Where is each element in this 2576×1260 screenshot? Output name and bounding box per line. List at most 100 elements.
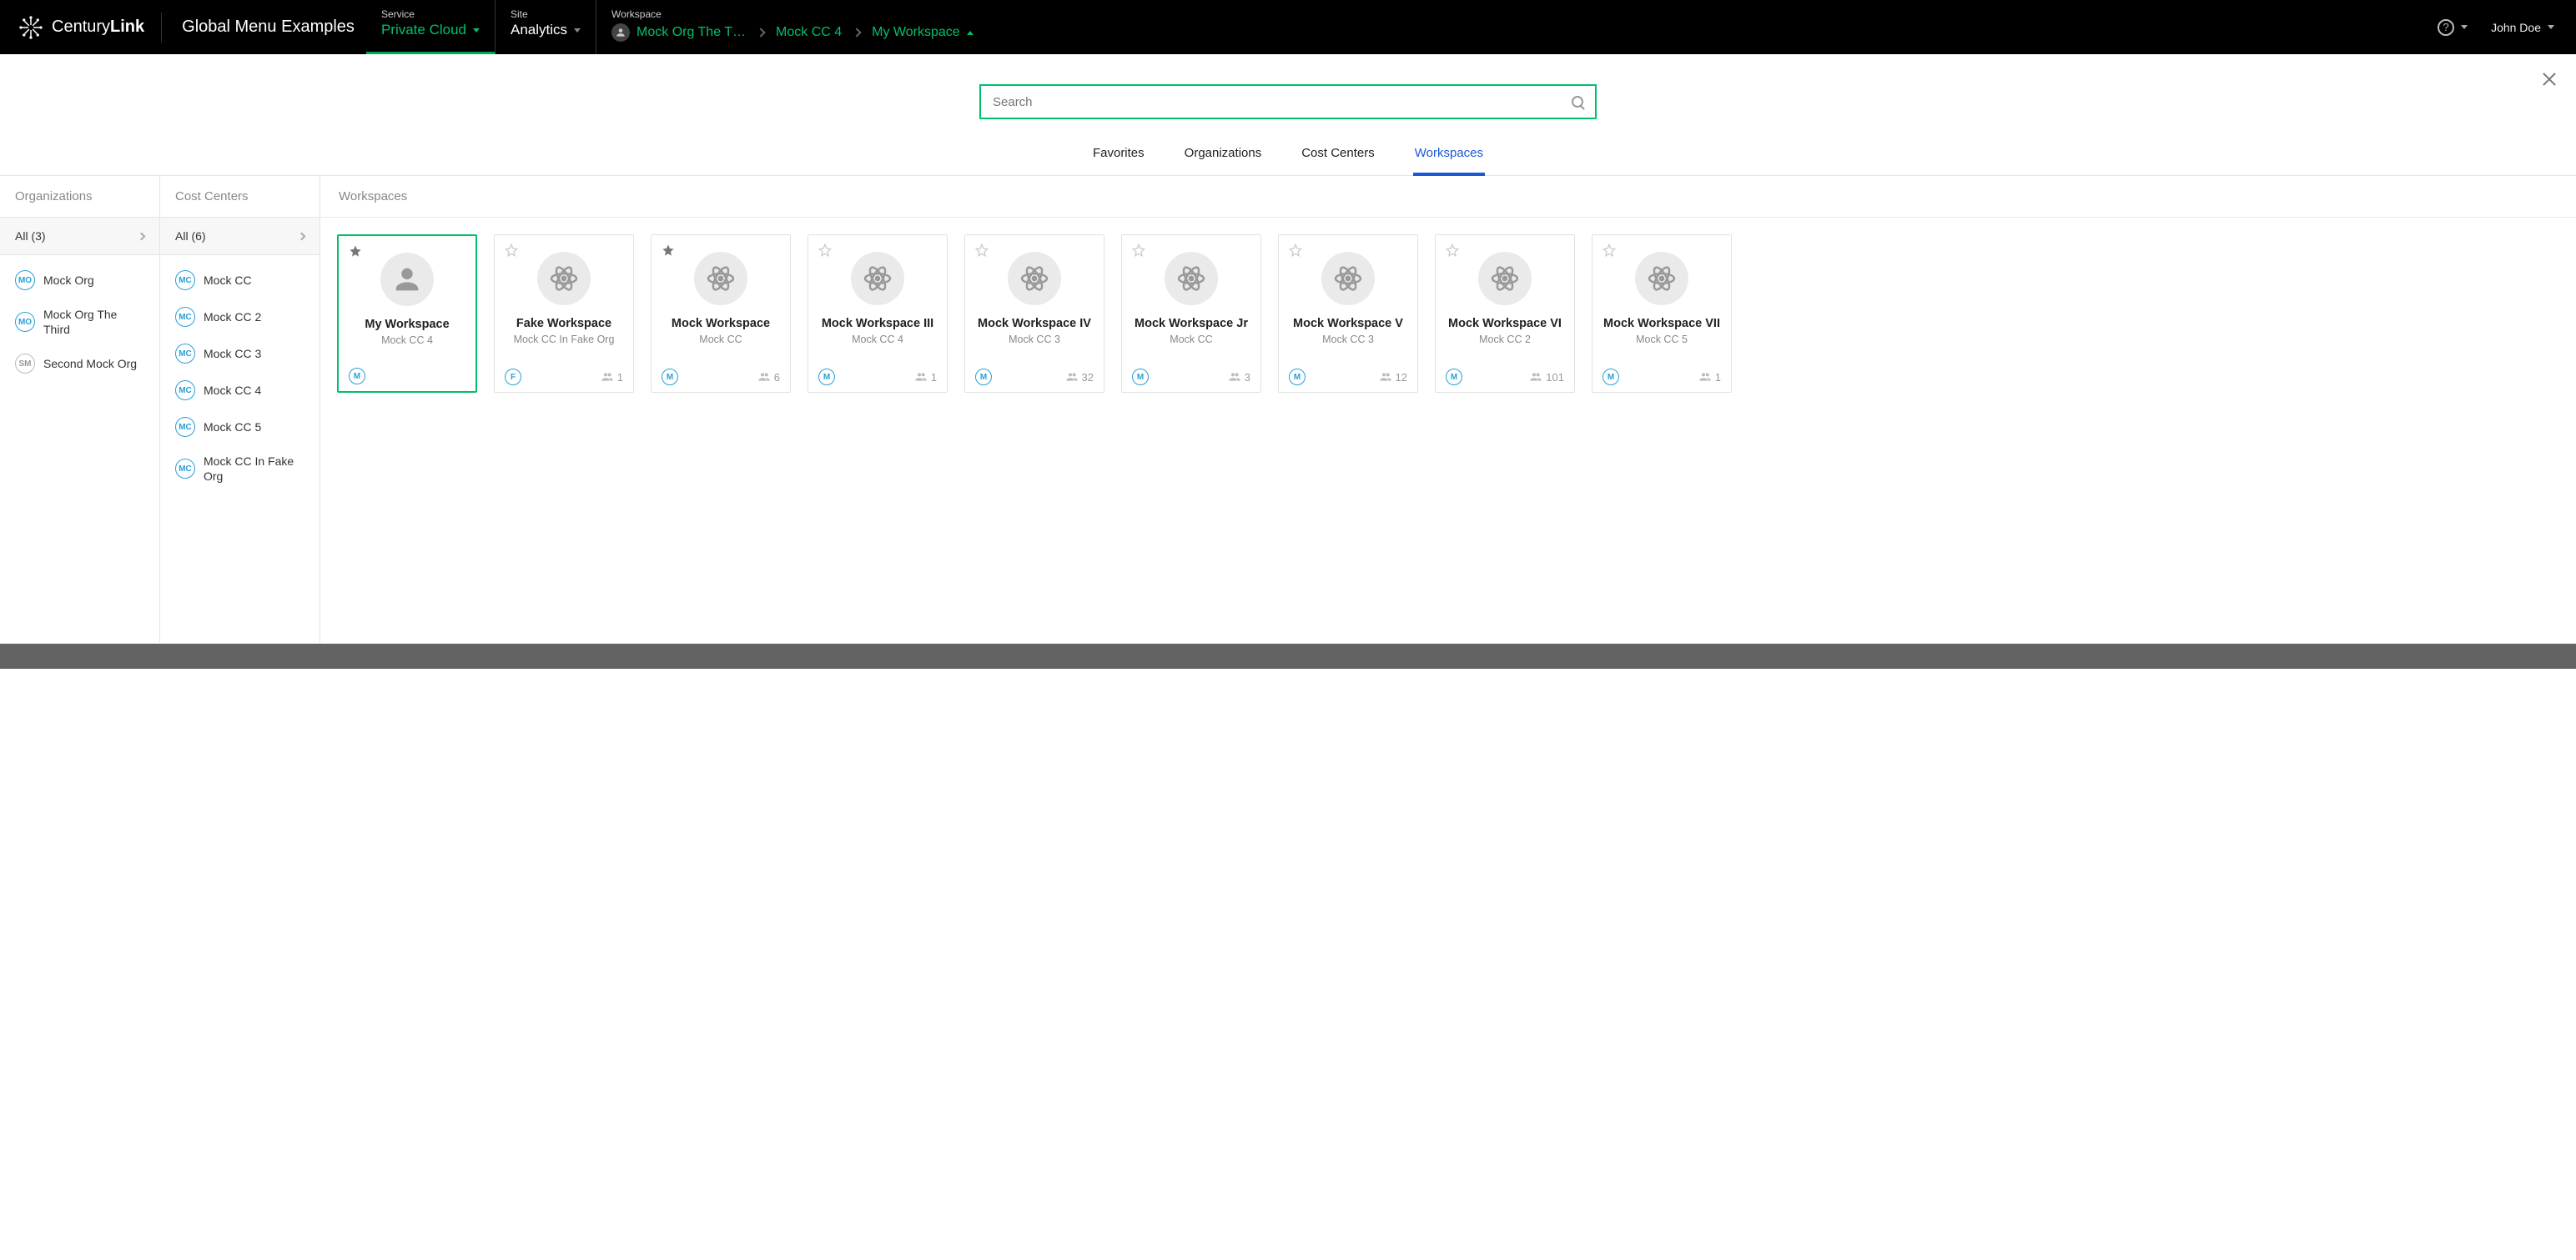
workspace-card[interactable]: Mock WorkspaceMock CCM6 <box>651 234 791 393</box>
badge-icon: MC <box>175 380 195 400</box>
brand-first: Century <box>52 18 110 36</box>
workspace-name: Mock Workspace III <box>818 317 937 330</box>
favorite-star-icon[interactable] <box>818 243 832 257</box>
chevron-right-icon <box>138 232 146 240</box>
category-tab-favorites[interactable]: Favorites <box>1091 134 1146 175</box>
nav-service-label: Service <box>381 8 480 20</box>
workspace-card[interactable]: My WorkspaceMock CC 4M <box>337 234 477 393</box>
close-button[interactable] <box>2541 71 2558 88</box>
sidebar-item[interactable]: SMSecond Mock Org <box>0 345 159 382</box>
org-badge-icon: M <box>1446 369 1462 385</box>
workspace-parent: Mock CC 4 <box>818 334 937 345</box>
breadcrumb-label: Mock Org The T… <box>636 25 746 40</box>
nav-site[interactable]: Site Analytics <box>496 0 596 54</box>
orgs-title: Organizations <box>0 176 159 218</box>
members-count: 1 <box>914 370 937 384</box>
workspaces-column: Workspaces My WorkspaceMock CC 4MFake Wo… <box>320 176 2576 643</box>
badge-icon: MC <box>175 307 195 327</box>
breadcrumb-item[interactable]: Mock CC 4 <box>776 25 842 40</box>
person-icon <box>380 253 434 306</box>
sidebar-item[interactable]: MOMock Org The Third <box>0 299 159 345</box>
workspace-name: Mock Workspace Jr <box>1132 317 1250 330</box>
caret-up-icon <box>967 31 974 35</box>
workspace-card[interactable]: Mock Workspace III Mock CC 4 M 1 <box>808 234 948 393</box>
favorite-star-icon[interactable] <box>349 244 362 258</box>
app-title: Global Menu Examples <box>170 18 366 37</box>
workspace-parent: Mock CC <box>1132 334 1250 345</box>
org-badge-icon: M <box>1289 369 1306 385</box>
workspace-parent: Mock CC 3 <box>975 334 1094 345</box>
org-badge-icon: M <box>818 369 835 385</box>
sidebar-item[interactable]: MC Mock CC <box>160 262 319 299</box>
sidebar-item[interactable]: MCMock CC In Fake Org <box>160 445 319 492</box>
search-input[interactable] <box>993 95 1572 109</box>
workspace-parent: Mock CC 5 <box>1602 334 1721 345</box>
sidebar-item[interactable]: MCMock CC 4 <box>160 372 319 409</box>
badge-icon: MO <box>15 270 35 290</box>
workspace-card[interactable]: Mock Workspace Jr Mock CC M3 <box>1121 234 1261 393</box>
badge-icon: MC <box>175 417 195 437</box>
ccs-all-label: All (6) <box>175 229 206 243</box>
favorite-star-icon[interactable] <box>1446 243 1459 257</box>
breadcrumb-label: My Workspace <box>872 25 960 40</box>
help-menu[interactable]: ? <box>2426 0 2479 54</box>
nav-workspace: Workspace Mock Org The T…Mock CC 4My Wor… <box>596 0 989 54</box>
atom-icon <box>1008 252 1061 305</box>
card-footer: M12 <box>1289 365 1407 385</box>
brand-block[interactable]: CenturyLink <box>10 0 153 54</box>
sidebar-item-label: Mock CC 2 <box>204 309 261 324</box>
workspace-card[interactable]: Fake WorkspaceMock CC In Fake OrgF1 <box>494 234 634 393</box>
category-tab-organizations[interactable]: Organizations <box>1183 134 1264 175</box>
topbar: CenturyLink Global Menu Examples Service… <box>0 0 2576 54</box>
sidebar-item-label: Mock CC <box>204 273 252 288</box>
card-footer: M3 <box>1132 365 1250 385</box>
sidebar-item[interactable]: MCMock CC 5 <box>160 409 319 445</box>
atom-icon <box>537 252 591 305</box>
badge-icon: MC <box>175 270 195 290</box>
favorite-star-icon[interactable] <box>662 243 675 257</box>
nav-service-value: Private Cloud <box>381 22 466 38</box>
badge-icon: MO <box>15 312 35 332</box>
org-badge-icon: M <box>1602 369 1619 385</box>
favorite-star-icon[interactable] <box>1602 243 1616 257</box>
org-badge-icon: M <box>662 369 678 385</box>
atom-icon <box>851 252 904 305</box>
workspace-card[interactable]: Mock Workspace VIIMock CC 5M1 <box>1592 234 1732 393</box>
breadcrumb-item[interactable]: My Workspace <box>872 25 974 40</box>
help-icon: ? <box>2438 19 2454 36</box>
workspace-card[interactable]: Mock Workspace VIMock CC 2M101 <box>1435 234 1575 393</box>
user-name: John Doe <box>2491 21 2541 34</box>
nav-service[interactable]: Service Private Cloud <box>366 0 496 54</box>
atom-icon <box>1635 252 1688 305</box>
nav-site-value: Analytics <box>511 22 567 38</box>
workspace-parent: Mock CC 4 <box>349 334 465 346</box>
chevron-right-icon <box>298 232 306 240</box>
members-count: 6 <box>757 370 780 384</box>
caret-down-icon <box>473 28 480 33</box>
favorite-star-icon[interactable] <box>975 243 989 257</box>
breadcrumb-item[interactable]: Mock Org The T… <box>611 23 746 42</box>
atom-icon <box>1165 252 1218 305</box>
badge-icon: MC <box>175 344 195 364</box>
category-tab-workspaces[interactable]: Workspaces <box>1413 134 1485 175</box>
workspace-name: My Workspace <box>349 318 465 331</box>
brand-second: Link <box>110 18 144 36</box>
ccs-all-row[interactable]: All (6) <box>160 218 319 255</box>
workspace-parent: Mock CC 2 <box>1446 334 1564 345</box>
sidebar-item[interactable]: MC Mock CC 3 <box>160 335 319 372</box>
orgs-all-row[interactable]: All (3) <box>0 218 159 255</box>
sidebar-item[interactable]: MC Mock CC 2 <box>160 299 319 335</box>
favorite-star-icon[interactable] <box>505 243 518 257</box>
favorite-star-icon[interactable] <box>1132 243 1145 257</box>
search-box[interactable] <box>979 84 1597 119</box>
badge-icon: MC <box>175 459 195 479</box>
favorite-star-icon[interactable] <box>1289 243 1302 257</box>
category-tab-cost-centers[interactable]: Cost Centers <box>1300 134 1376 175</box>
workspace-card[interactable]: Mock Workspace VMock CC 3M12 <box>1278 234 1418 393</box>
sidebar-item-label: Mock CC 3 <box>204 346 261 361</box>
workspace-parent: Mock CC <box>662 334 780 345</box>
user-menu[interactable]: John Doe <box>2479 0 2566 54</box>
workspace-card[interactable]: Mock Workspace IVMock CC 3M32 <box>964 234 1104 393</box>
members-count: 1 <box>1698 370 1721 384</box>
sidebar-item[interactable]: MOMock Org <box>0 262 159 299</box>
